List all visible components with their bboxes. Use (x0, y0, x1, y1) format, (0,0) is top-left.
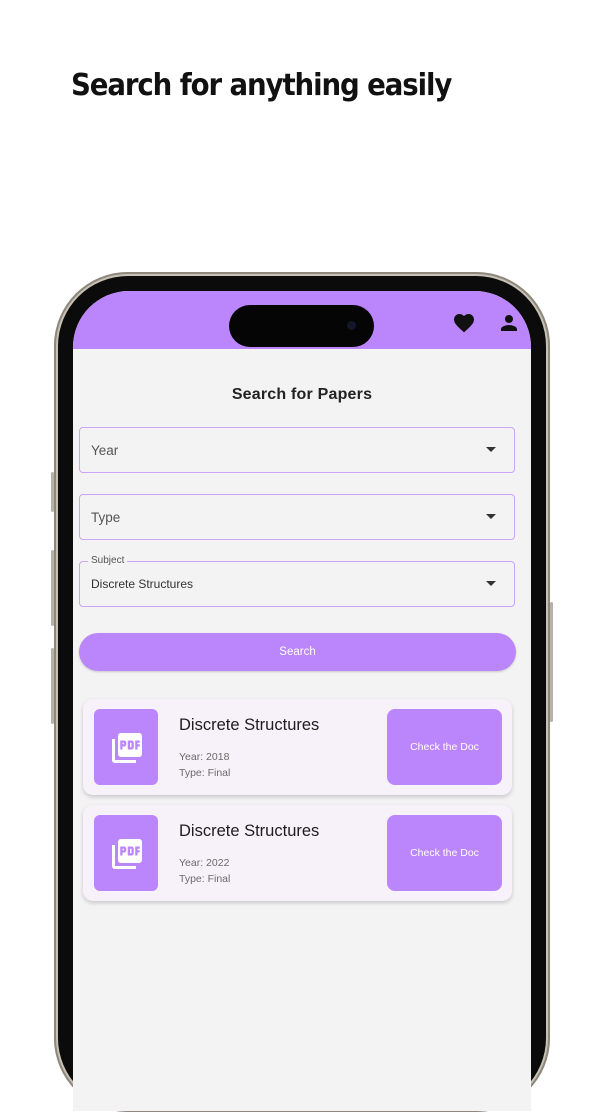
app-bar (73, 291, 531, 349)
result-title: Discrete Structures (179, 822, 320, 840)
promo-headline: Search for anything easily (71, 68, 452, 103)
pdf-icon (94, 815, 158, 891)
phone-volume-up-button (51, 550, 54, 626)
result-title: Discrete Structures (179, 716, 320, 734)
result-year: Year: 2022 (179, 857, 230, 869)
search-button[interactable]: Search (79, 633, 516, 671)
year-dropdown[interactable]: Year (79, 427, 515, 473)
subject-dropdown[interactable]: Subject Discrete Structures (79, 555, 515, 607)
year-placeholder: Year (91, 443, 119, 458)
type-dropdown[interactable]: Type (79, 494, 515, 540)
check-doc-button[interactable]: Check the Doc (387, 709, 502, 785)
chevron-down-icon (486, 447, 496, 452)
phone-volume-down-button (51, 648, 54, 724)
person-icon[interactable] (497, 311, 521, 335)
phone-power-button (550, 602, 553, 722)
chevron-down-icon (486, 514, 496, 519)
type-placeholder: Type (91, 510, 121, 525)
app-screen: Search for Papers Year Type Subject Disc… (73, 291, 531, 1111)
check-doc-button[interactable]: Check the Doc (387, 815, 502, 891)
phone-frame: Search for Papers Year Type Subject Disc… (51, 272, 553, 1112)
result-year: Year: 2018 (179, 751, 230, 763)
pdf-icon (94, 709, 158, 785)
result-card: Discrete Structures Year: 2022 Type: Fin… (83, 805, 512, 901)
dynamic-island (229, 305, 374, 347)
phone-side-button (51, 472, 54, 512)
chevron-down-icon (486, 581, 496, 586)
favorite-heart-icon[interactable] (452, 311, 476, 335)
front-camera (347, 321, 356, 330)
subject-label: Subject (88, 555, 128, 566)
page-title: Search for Papers (231, 386, 373, 403)
result-card: Discrete Structures Year: 2018 Type: Fin… (83, 699, 512, 795)
result-type: Type: Final (179, 873, 231, 885)
result-type: Type: Final (179, 767, 231, 779)
subject-value: Discrete Structures (91, 577, 194, 591)
